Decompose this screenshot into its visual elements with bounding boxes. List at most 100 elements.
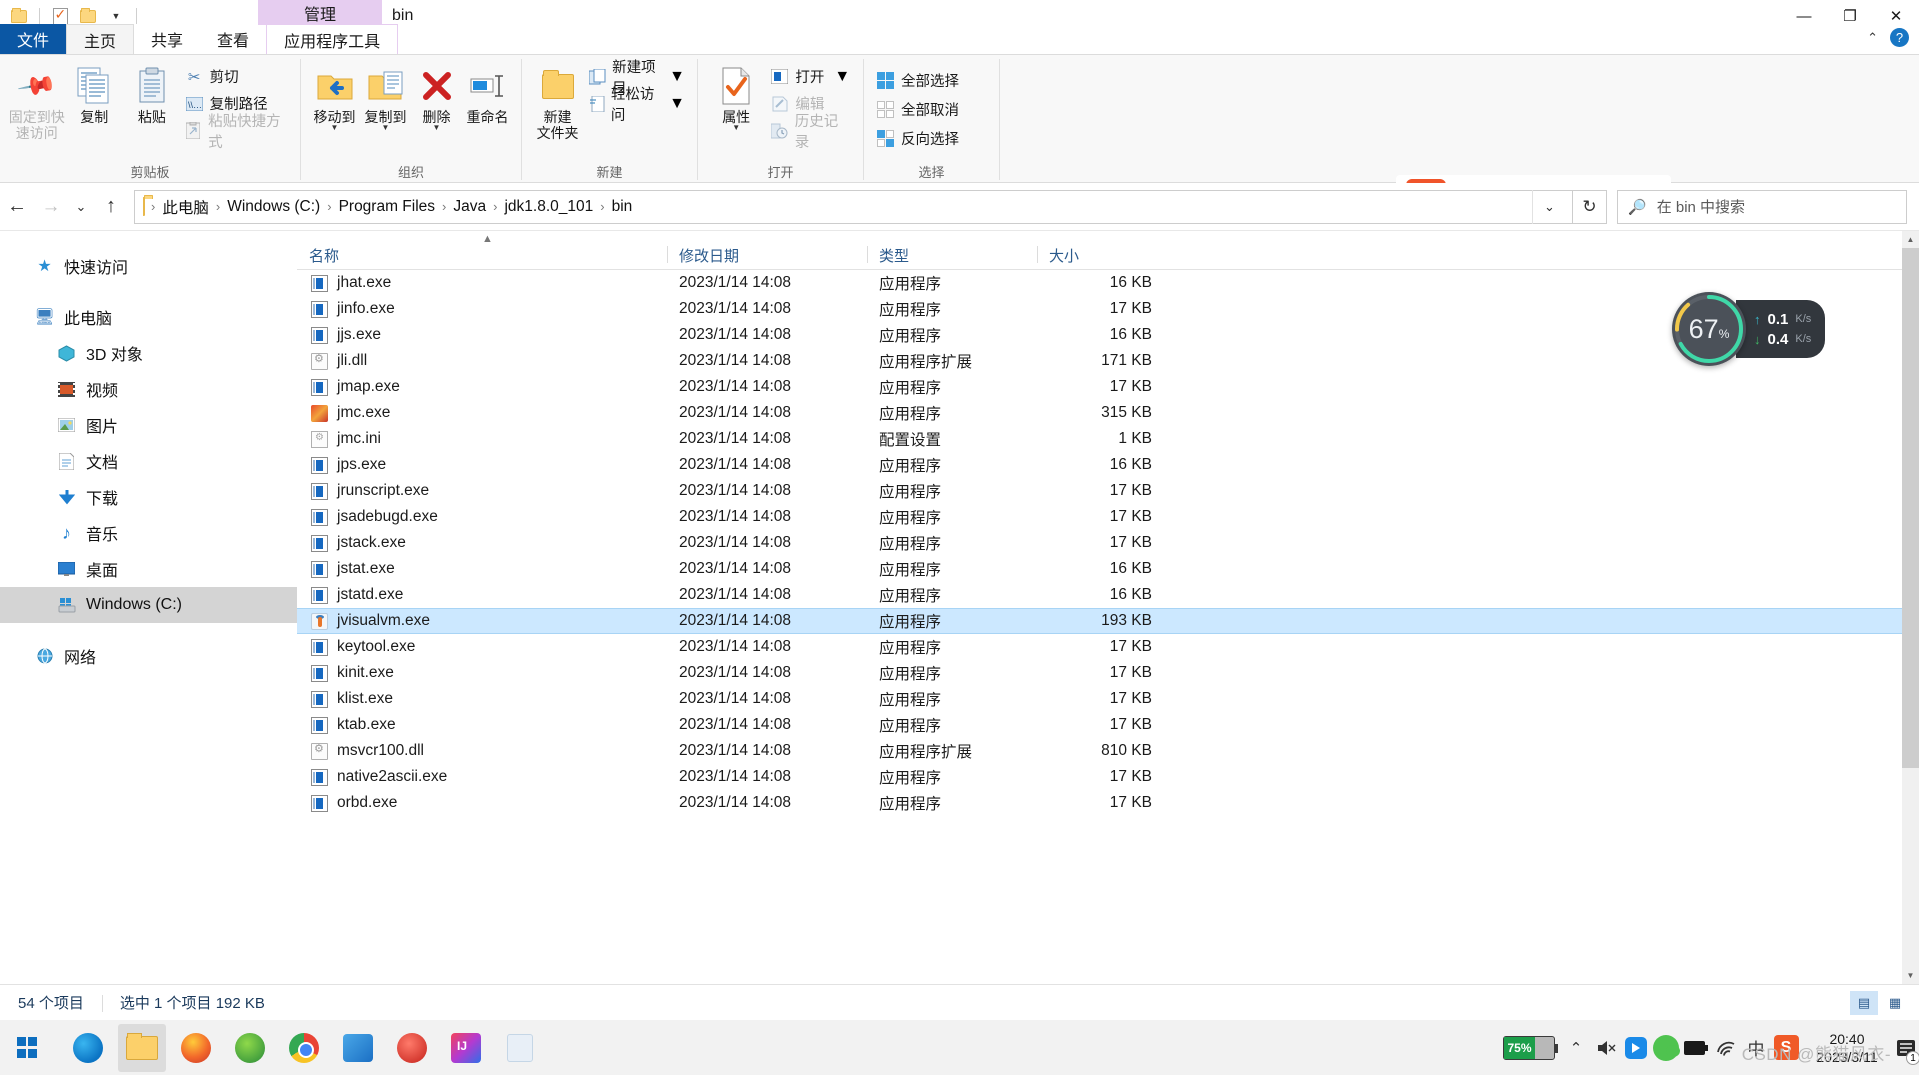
view-mode-buttons[interactable]: ▤ ▦ [1850,991,1909,1015]
chevron-down-icon[interactable]: ▼ [331,125,339,131]
delete-button[interactable]: 删除 ▼ [411,61,462,131]
refresh-button[interactable]: ↻ [1573,190,1607,224]
sidebar-item-videos[interactable]: 视频 [0,371,297,407]
battery-status-indicator[interactable]: 75% [1503,1036,1555,1060]
forward-button[interactable]: → [34,190,68,224]
table-row[interactable]: kinit.exe2023/1/14 14:08应用程序17 KB [297,660,1919,686]
breadcrumb-item-bin[interactable]: bin [607,198,638,216]
table-row[interactable]: jsadebugd.exe2023/1/14 14:08应用程序17 KB [297,504,1919,530]
new-folder-button[interactable]: 新建 文件夹 [530,61,585,141]
contextual-tab-management[interactable]: 管理 [258,0,382,25]
easy-access-button[interactable]: 轻松访问 ▼ [585,92,689,115]
copy-button[interactable]: 复制 [66,61,124,125]
sidebar-item-windows-c[interactable]: Windows (C:) [0,587,297,623]
back-button[interactable]: ← [0,190,34,224]
table-row[interactable]: native2ascii.exe2023/1/14 14:08应用程序17 KB [297,764,1919,790]
properties-button[interactable]: 属性 ▼ [706,61,766,131]
address-dropdown-icon[interactable]: ⌄ [1532,190,1566,224]
table-row[interactable]: msvcr100.dll2023/1/14 14:08应用程序扩展810 KB [297,738,1919,764]
move-to-button[interactable]: 移动到 ▼ [309,61,360,131]
collapse-ribbon-icon[interactable]: ⌃ [1867,30,1878,46]
open-button[interactable]: 打开 ▼ [766,65,855,88]
select-none-button[interactable]: 全部取消 [872,98,963,121]
breadcrumb-item-java[interactable]: Java [448,198,491,216]
select-all-button[interactable]: 全部选择 [872,69,963,92]
rename-button[interactable]: 重命名 [462,61,513,125]
table-row[interactable]: jps.exe2023/1/14 14:08应用程序16 KB [297,452,1919,478]
tab-application-tools[interactable]: 应用程序工具 [266,24,398,54]
notification-center-button[interactable]: 1 [1893,1020,1919,1075]
breadcrumb-item-windows-c[interactable]: Windows (C:) [222,198,325,216]
show-hidden-icons-button[interactable]: ⌃ [1561,1020,1591,1075]
sidebar-item-downloads[interactable]: 下载 [0,479,297,515]
taskbar-app-ghost-app[interactable] [496,1024,544,1072]
breadcrumb-item-jdk[interactable]: jdk1.8.0_101 [499,198,598,216]
taskbar-app-intellij-idea[interactable] [442,1024,490,1072]
chevron-down-icon[interactable]: ▼ [382,125,390,131]
chevron-down-icon[interactable]: ▼ [433,125,441,131]
vertical-scrollbar[interactable]: ▲ ▼ [1902,231,1919,984]
sidebar-item-desktop[interactable]: 桌面 [0,551,297,587]
sidebar-item-music[interactable]: ♪ 音乐 [0,515,297,551]
search-input[interactable]: 🔍 在 bin 中搜索 [1617,190,1907,224]
table-row[interactable]: jvisualvm.exe2023/1/14 14:08应用程序193 KB [297,608,1919,634]
tab-home[interactable]: 主页 [66,24,134,54]
tab-file[interactable]: 文件 [0,24,66,54]
column-header-date[interactable]: 修改日期 [667,245,867,266]
sidebar-item-3d-objects[interactable]: 3D 对象 [0,335,297,371]
up-button[interactable]: ↑ [94,190,128,224]
breadcrumb-item-this-pc[interactable]: 此电脑 [157,196,214,218]
tab-share[interactable]: 共享 [134,24,200,54]
taskbar-app-edge[interactable] [64,1024,112,1072]
table-row[interactable]: jstack.exe2023/1/14 14:08应用程序17 KB [297,530,1919,556]
invert-selection-button[interactable]: 反向选择 [872,127,963,150]
breadcrumb-item-program-files[interactable]: Program Files [334,198,440,216]
taskbar-app-chrome[interactable] [280,1024,328,1072]
sidebar-item-network[interactable]: 网络 [0,638,297,674]
table-row[interactable]: jmc.ini2023/1/14 14:08配置设置1 KB [297,426,1919,452]
column-header-type[interactable]: 类型 [867,245,1037,266]
clock[interactable]: 20:40 2023/3/11 [1801,1030,1893,1066]
recent-locations-button[interactable]: ⌄ [68,190,94,224]
scroll-up-arrow[interactable]: ▲ [1902,231,1919,248]
column-header-size[interactable]: 大小 [1037,245,1162,266]
scrollbar-thumb[interactable] [1902,248,1919,768]
chevron-down-icon[interactable]: ▼ [732,125,740,131]
pin-to-quick-access-button[interactable]: 📌 固定到快 速访问 [8,61,66,141]
scroll-down-arrow[interactable]: ▼ [1902,967,1919,984]
chevron-down-icon[interactable]: ▼ [669,68,685,86]
paste-button[interactable]: 粘贴 [123,61,181,125]
tab-view[interactable]: 查看 [200,24,266,54]
cut-button[interactable]: ✂ 剪切 [181,65,292,88]
chevron-down-icon[interactable]: ▼ [669,95,685,113]
taskbar-app-blue-app[interactable] [334,1024,382,1072]
wifi-icon[interactable] [1711,1020,1741,1075]
breadcrumb[interactable]: › 此电脑 › Windows (C:) › Program Files › J… [134,190,1573,224]
table-row[interactable]: keytool.exe2023/1/14 14:08应用程序17 KB [297,634,1919,660]
large-icons-view-button[interactable]: ▦ [1881,991,1909,1015]
table-row[interactable]: jstatd.exe2023/1/14 14:08应用程序16 KB [297,582,1919,608]
taskbar-app-firefox[interactable] [172,1024,220,1072]
column-header-name[interactable]: 名称 [297,245,667,266]
paste-shortcut-button[interactable]: 粘贴快捷方式 [181,119,292,142]
taskbar-app-green-app[interactable] [226,1024,274,1072]
ime-mode-icon[interactable]: 中 [1741,1020,1771,1075]
tim-icon[interactable] [1621,1020,1651,1075]
sidebar-item-pictures[interactable]: 图片 [0,407,297,443]
details-view-button[interactable]: ▤ [1850,991,1878,1015]
sidebar-item-this-pc[interactable]: 🖥 此电脑 [0,299,297,335]
table-row[interactable]: klist.exe2023/1/14 14:08应用程序17 KB [297,686,1919,712]
table-row[interactable]: jstat.exe2023/1/14 14:08应用程序16 KB [297,556,1919,582]
sogou-tray-icon[interactable]: S [1771,1020,1801,1075]
table-row[interactable]: orbd.exe2023/1/14 14:08应用程序17 KB [297,790,1919,816]
volume-muted-icon[interactable] [1591,1020,1621,1075]
taskbar-app-file-explorer[interactable] [118,1024,166,1072]
sidebar-item-quick-access[interactable]: ★ 快速访问 [0,248,297,284]
wechat-icon[interactable] [1651,1020,1681,1075]
table-row[interactable]: jrunscript.exe2023/1/14 14:08应用程序17 KB [297,478,1919,504]
table-row[interactable]: jmc.exe2023/1/14 14:08应用程序315 KB [297,400,1919,426]
start-button[interactable] [0,1020,54,1075]
table-row[interactable]: jmap.exe2023/1/14 14:08应用程序17 KB [297,374,1919,400]
copy-to-button[interactable]: 复制到 ▼ [360,61,411,131]
history-button[interactable]: 历史记录 [766,119,855,142]
